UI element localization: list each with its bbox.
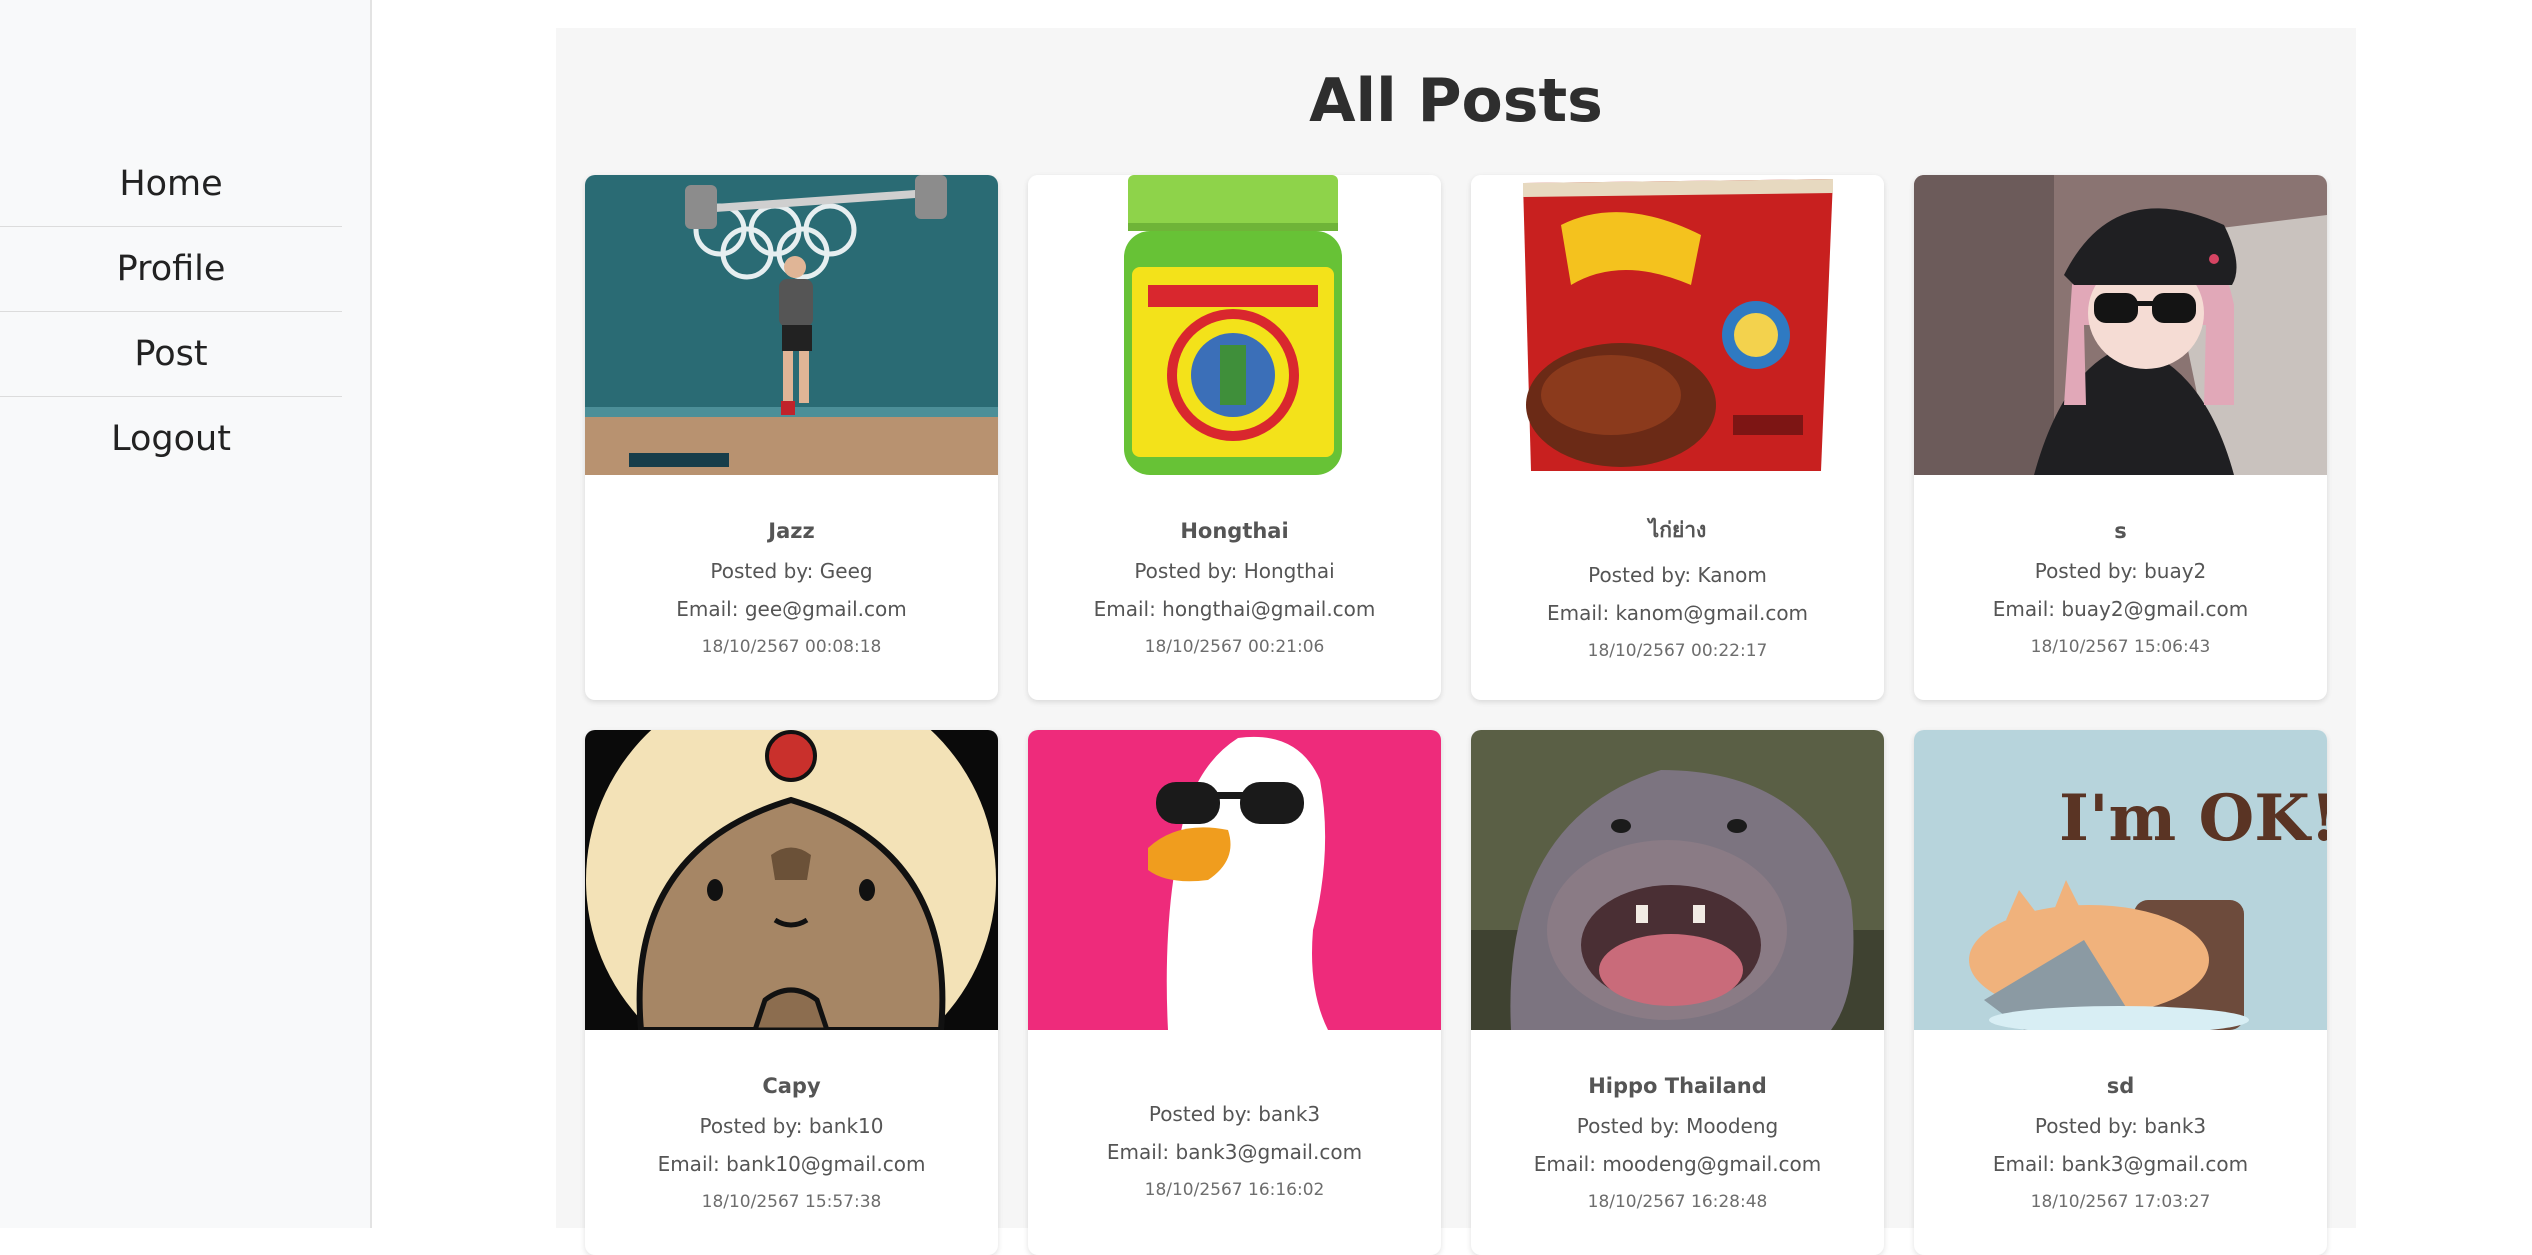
post-email: Email: gee@gmail.com: [676, 596, 907, 621]
post-image-capybara: [585, 730, 998, 1030]
post-email: Email: bank3@gmail.com: [1992, 1151, 2249, 1176]
post-image-weightlifter: [585, 175, 998, 475]
post-title: Hippo Thailand: [1588, 1073, 1767, 1098]
post-date: 18/10/2567 15:06:43: [2030, 636, 2211, 657]
post-image-im-ok-cat: I'm OK!: [1914, 730, 2327, 1030]
post-card-body: Capy Posted by: bank10 Email: bank10@gma…: [585, 1030, 998, 1255]
post-title: Capy: [762, 1073, 821, 1098]
posts-panel: All Posts Jazz Posted by: Geeg Email: ge…: [556, 28, 2356, 1255]
post-image-baby-hippo: [1471, 730, 1884, 1030]
post-author: Posted by: Geeg: [710, 558, 873, 583]
post-author: Posted by: bank3: [2034, 1113, 2207, 1138]
post-card-body: Hippo Thailand Posted by: Moodeng Email:…: [1471, 1030, 1884, 1255]
post-card[interactable]: Capy Posted by: bank10 Email: bank10@gma…: [585, 730, 998, 1255]
post-card-body: Jazz Posted by: Geeg Email: gee@gmail.co…: [585, 475, 998, 700]
post-title: Jazz: [768, 518, 815, 543]
post-author: Posted by: buay2: [2034, 558, 2207, 583]
posts-grid: Jazz Posted by: Geeg Email: gee@gmail.co…: [585, 175, 2327, 1255]
im-ok-text: I'm OK!: [2059, 781, 2327, 856]
post-card[interactable]: Hippo Thailand Posted by: Moodeng Email:…: [1471, 730, 1884, 1255]
post-image-anime-girl: [1914, 175, 2327, 475]
post-card[interactable]: Posted by: bank3 Email: bank3@gmail.com …: [1028, 730, 1441, 1255]
post-card[interactable]: Jazz Posted by: Geeg Email: gee@gmail.co…: [585, 175, 998, 700]
post-email: Email: buay2@gmail.com: [1992, 596, 2249, 621]
nav-profile[interactable]: Profile: [0, 227, 342, 312]
post-card-body: s Posted by: buay2 Email: buay2@gmail.co…: [1914, 475, 2327, 700]
post-card-body: sd Posted by: bank3 Email: bank3@gmail.c…: [1914, 1030, 2327, 1255]
post-image-hongthai-jar: [1028, 175, 1441, 475]
post-email: Email: bank10@gmail.com: [657, 1151, 926, 1176]
post-date: 18/10/2567 17:03:27: [2030, 1191, 2211, 1212]
post-title: s: [2114, 518, 2127, 543]
post-image-snack-bag: [1471, 175, 1884, 475]
post-card-body: Hongthai Posted by: Hongthai Email: hong…: [1028, 475, 1441, 700]
post-email: Email: kanom@gmail.com: [1546, 601, 1809, 625]
post-author: Posted by: bank3: [1148, 1101, 1321, 1126]
post-date: 18/10/2567 00:21:06: [1144, 636, 1325, 657]
post-title: Hongthai: [1180, 518, 1289, 543]
post-author: Posted by: bank10: [699, 1113, 884, 1138]
post-card[interactable]: s Posted by: buay2 Email: buay2@gmail.co…: [1914, 175, 2327, 700]
post-card-body: Posted by: bank3 Email: bank3@gmail.com …: [1028, 1030, 1441, 1255]
nav-post[interactable]: Post: [0, 312, 342, 397]
page-title: All Posts: [1309, 66, 1603, 136]
post-email: Email: moodeng@gmail.com: [1533, 1151, 1822, 1176]
nav-logout[interactable]: Logout: [0, 397, 342, 481]
post-date: 18/10/2567 15:57:38: [701, 1191, 882, 1212]
post-email: Email: hongthai@gmail.com: [1093, 596, 1376, 621]
post-card[interactable]: I'm OK! sd Posted by: bank3 Email: bank3…: [1914, 730, 2327, 1255]
post-author: Posted by: Moodeng: [1576, 1113, 1779, 1138]
post-author: Posted by: Kanom: [1588, 563, 1767, 587]
post-title: sd: [2106, 1073, 2135, 1098]
sidebar: Home Profile Post Logout: [0, 0, 372, 1228]
post-date: 18/10/2567 00:22:17: [1587, 641, 1768, 661]
post-author: Posted by: Hongthai: [1134, 558, 1335, 583]
post-card[interactable]: ไก่ย่าง Posted by: Kanom Email: kanom@gm…: [1471, 175, 1884, 700]
post-date: 18/10/2567 00:08:18: [701, 636, 882, 657]
post-image-duck-sunglasses: [1028, 730, 1441, 1030]
post-date: 18/10/2567 16:28:48: [1587, 1191, 1768, 1212]
post-card-body: ไก่ย่าง Posted by: Kanom Email: kanom@gm…: [1471, 475, 1884, 700]
nav-home[interactable]: Home: [0, 142, 342, 227]
post-card[interactable]: Hongthai Posted by: Hongthai Email: hong…: [1028, 175, 1441, 700]
post-email: Email: bank3@gmail.com: [1106, 1139, 1363, 1164]
post-date: 18/10/2567 16:16:02: [1144, 1179, 1325, 1200]
post-title: ไก่ย่าง: [1648, 518, 1707, 542]
